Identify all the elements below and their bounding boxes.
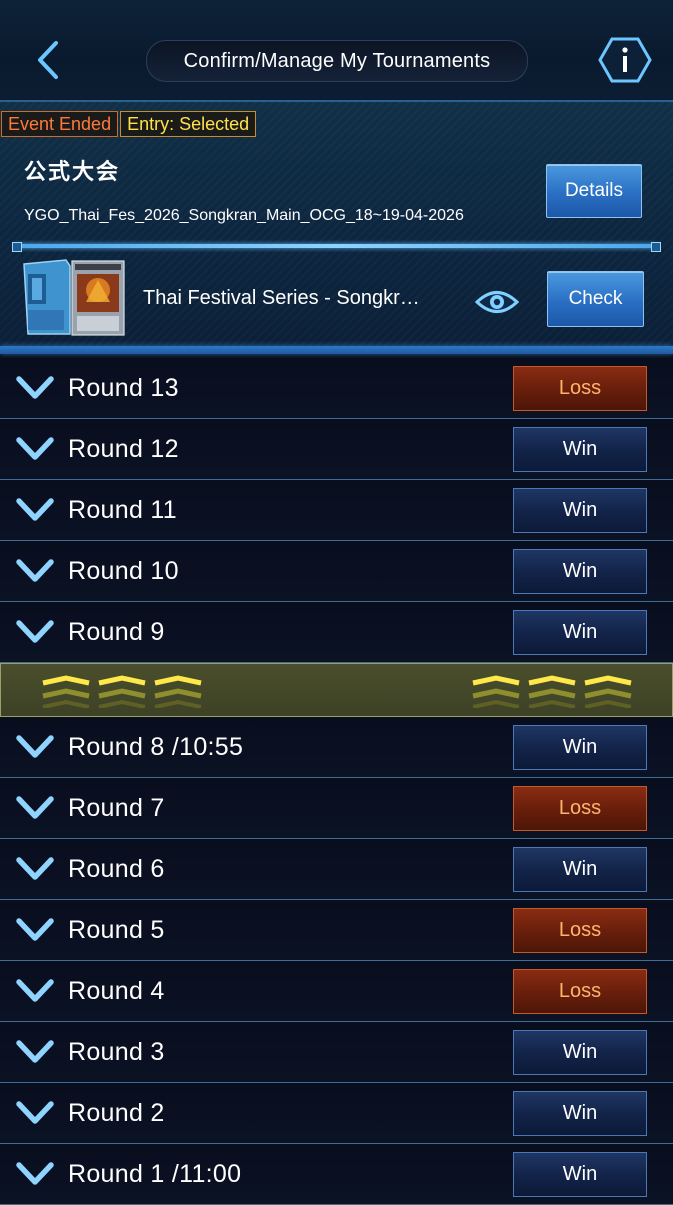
round-row[interactable]: Round 13 Loss (0, 358, 673, 419)
round-result: Loss (513, 366, 647, 411)
round-label: Round 1 /11:00 (68, 1160, 242, 1188)
rounds-group-earlier: Round 8 /10:55 Win Round 7 Loss Round 6 Win Ro… (0, 717, 673, 1205)
entry-selected-badge: Entry: Selected (120, 111, 257, 137)
round-result: Win (513, 1152, 647, 1197)
round-row[interactable]: Round 7 Loss (0, 778, 673, 839)
info-icon (598, 37, 652, 83)
chevron-down-icon (16, 857, 54, 880)
round-result: Loss (513, 786, 647, 831)
round-label: Round 6 (68, 855, 165, 883)
round-result: Win (513, 847, 647, 892)
chevron-down-icon (16, 735, 54, 758)
divider-cap-right (651, 242, 661, 252)
round-row[interactable]: Round 6 Win (0, 839, 673, 900)
round-result: Win (513, 610, 647, 655)
round-row[interactable]: Round 8 /10:55 Win (0, 717, 673, 778)
card-icon (71, 260, 125, 336)
round-label: Round 9 (68, 618, 165, 646)
round-row[interactable]: Round 5 Loss (0, 900, 673, 961)
eye-icon (474, 291, 520, 313)
deck-name: Thai Festival Series - Songkr… (143, 287, 420, 309)
chevron-down-icon (16, 376, 54, 399)
double-chevron-up-icon (98, 675, 146, 708)
round-result: Win (513, 549, 647, 594)
round-label: Round 7 (68, 794, 165, 822)
panel-divider (16, 244, 656, 248)
round-row[interactable]: Round 12 Win (0, 419, 673, 480)
round-result: Win (513, 725, 647, 770)
round-label: Round 13 (68, 374, 179, 402)
round-result: Win (513, 488, 647, 533)
chevron-down-icon (16, 1101, 54, 1124)
round-row[interactable]: Round 11 Win (0, 480, 673, 541)
chevron-down-icon (16, 918, 54, 941)
chevron-down-icon (16, 796, 54, 819)
round-label: Round 11 (68, 496, 177, 524)
chevron-down-icon (16, 620, 54, 643)
round-label: Round 12 (68, 435, 179, 463)
round-result: Win (513, 427, 647, 472)
check-deck-button[interactable]: Check (547, 271, 644, 327)
chevron-down-icon (16, 437, 54, 460)
details-button[interactable]: Details (546, 164, 642, 218)
round-result: Win (513, 1091, 647, 1136)
back-button[interactable] (26, 38, 70, 82)
round-label: Round 8 /10:55 (68, 733, 244, 761)
rounds-group-recent: Round 13 Loss Round 12 Win Round 11 Win Round … (0, 358, 673, 663)
divider-cap-left (12, 242, 22, 252)
page-title: Confirm/Manage My Tournaments (146, 40, 528, 82)
round-row[interactable]: Round 3 Win (0, 1022, 673, 1083)
event-ended-badge: Event Ended (1, 111, 119, 137)
event-id: YGO_Thai_Fes_2026_Songkran_Main_OCG_18~1… (24, 207, 464, 224)
round-row[interactable]: Round 10 Win (0, 541, 673, 602)
round-label: Round 5 (68, 916, 165, 944)
event-panel: Event Ended Entry: Selected 公式大会 YGO_Tha… (0, 102, 673, 346)
rounds-list: Round 13 Loss Round 12 Win Round 11 Win Round … (0, 358, 673, 1205)
info-button[interactable] (598, 36, 652, 84)
chevron-down-icon (16, 979, 54, 1002)
double-chevron-up-icon (42, 675, 90, 708)
separator-arrows-right (471, 674, 633, 708)
round-label: Round 10 (68, 557, 179, 585)
chevron-down-icon (16, 1040, 54, 1063)
double-chevron-up-icon (154, 675, 202, 708)
round-result: Win (513, 1030, 647, 1075)
chevron-down-icon (16, 559, 54, 582)
back-arrow-icon (38, 41, 58, 79)
double-chevron-up-icon (584, 675, 632, 708)
chevron-down-icon (16, 498, 54, 521)
round-result: Loss (513, 969, 647, 1014)
panel-bottom-border (0, 346, 673, 354)
double-chevron-up-icon (528, 675, 576, 708)
view-deck-button[interactable] (474, 285, 520, 319)
ranking-separator (0, 663, 673, 717)
double-chevron-up-icon (472, 675, 520, 708)
round-label: Round 3 (68, 1038, 165, 1066)
separator-arrows-left (41, 674, 203, 708)
round-label: Round 2 (68, 1099, 165, 1127)
round-label: Round 4 (68, 977, 165, 1005)
round-result: Loss (513, 908, 647, 953)
round-row[interactable]: Round 9 Win (0, 602, 673, 663)
deck-box-icon (23, 259, 71, 335)
event-name: 公式大会 (24, 159, 121, 184)
deck-thumbnail (23, 259, 125, 336)
round-row[interactable]: Round 1 /11:00 Win (0, 1144, 673, 1205)
chevron-down-icon (16, 1162, 54, 1185)
round-row[interactable]: Round 4 Loss (0, 961, 673, 1022)
top-bar: Confirm/Manage My Tournaments (0, 0, 673, 102)
event-badges: Event Ended Entry: Selected (1, 111, 257, 137)
round-row[interactable]: Round 2 Win (0, 1083, 673, 1144)
